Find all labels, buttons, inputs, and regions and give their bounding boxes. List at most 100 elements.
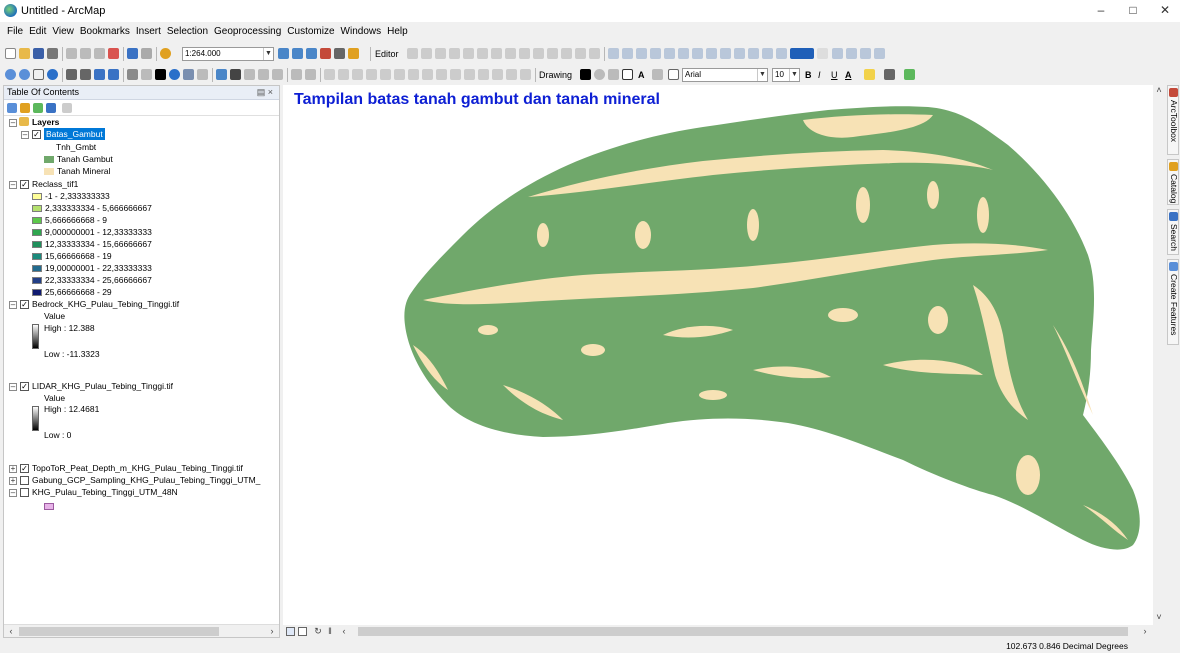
fixed-zoom-in-icon[interactable]	[66, 69, 77, 80]
forward-extent-icon[interactable]	[108, 69, 119, 80]
pin-icon[interactable]: ▤ ×	[257, 86, 273, 99]
editor-toolbar-icon[interactable]	[278, 48, 289, 59]
fix-topology-icon[interactable]	[408, 69, 419, 80]
rotate-icon[interactable]	[547, 48, 558, 59]
create-viewer-window-icon[interactable]	[291, 69, 302, 80]
swipe-icon[interactable]	[706, 48, 717, 59]
select-elements-icon[interactable]	[155, 69, 166, 80]
print-icon[interactable]	[47, 48, 58, 59]
time-slider-tool-icon[interactable]	[272, 69, 283, 80]
pan-icon[interactable]	[33, 69, 44, 80]
html-popup-tool-icon[interactable]	[197, 69, 208, 80]
snapping-edge-icon[interactable]	[366, 69, 377, 80]
layer-topotor[interactable]: TopoToR_Peat_Depth_m_KHG_Pulau_Tebing_Ti…	[32, 462, 243, 474]
find-icon[interactable]	[230, 69, 241, 80]
minimize-icon[interactable]: –	[1086, 3, 1116, 19]
scroll-left-icon[interactable]: ‹	[338, 626, 350, 637]
map-scale-combo[interactable]: 1:264.000 ▼	[182, 47, 274, 61]
select-elements-arrow-icon[interactable]	[580, 69, 591, 80]
fixed-zoom-out-icon[interactable]	[80, 69, 91, 80]
maximize-icon[interactable]: □	[1118, 3, 1148, 19]
stretch-ramp[interactable]	[32, 406, 39, 431]
list-by-drawing-order-icon[interactable]	[7, 103, 17, 113]
contrast-icon[interactable]	[776, 48, 787, 59]
list-by-selection-icon[interactable]	[46, 103, 56, 113]
identify-results-icon[interactable]	[636, 48, 647, 59]
scroll-up-icon[interactable]: ˄	[1153, 85, 1165, 96]
bold-button[interactable]: B	[805, 68, 812, 82]
legend-swatch[interactable]	[32, 229, 42, 236]
legend-swatch[interactable]	[44, 156, 54, 163]
map-horizontal-scrollbar[interactable]: ↻ ‖ ‹ ›	[283, 625, 1153, 638]
georeferencing-icon[interactable]	[608, 48, 619, 59]
refresh-icon[interactable]: ↻	[312, 626, 324, 637]
reshape-icon[interactable]	[505, 48, 516, 59]
chevron-down-icon[interactable]	[817, 48, 828, 59]
collapse-icon[interactable]: –	[9, 489, 17, 497]
trace-icon[interactable]	[463, 48, 474, 59]
print-preview-icon[interactable]	[874, 48, 885, 59]
layer-visibility-checkbox[interactable]: ✓	[20, 382, 29, 391]
font-color-button[interactable]: A	[845, 68, 852, 82]
map-display[interactable]: Tampilan batas tanah gambut dan tanah mi…	[283, 85, 1153, 625]
menu-edit[interactable]: Edit	[26, 24, 49, 40]
back-extent-icon[interactable]	[94, 69, 105, 80]
html-popup-icon[interactable]	[678, 48, 689, 59]
layer-reclass[interactable]: Reclass_tif1	[32, 178, 78, 190]
pause-drawing-icon[interactable]: ‖	[324, 626, 336, 637]
arctoolbox-icon[interactable]	[320, 48, 331, 59]
edit-vertices-icon[interactable]	[491, 48, 502, 59]
open-folder-icon[interactable]	[19, 48, 30, 59]
hyperlink-icon[interactable]	[183, 69, 194, 80]
sketch-properties-icon[interactable]	[575, 48, 586, 59]
data-view-icon[interactable]	[286, 627, 295, 636]
text-tool-button[interactable]: A	[638, 68, 645, 82]
legend-swatch[interactable]	[32, 265, 42, 272]
zoom-out-icon[interactable]	[19, 69, 30, 80]
layer-khg[interactable]: KHG_Pulau_Tebing_Tinggi_UTM_48N	[32, 486, 178, 498]
layer-lidar[interactable]: LIDAR_KHG_Pulau_Tebing_Tinggi.tif	[32, 380, 173, 392]
cut-icon[interactable]	[66, 48, 77, 59]
edit-tool-icon[interactable]	[407, 48, 418, 59]
scroll-down-icon[interactable]: ˅	[1153, 612, 1165, 623]
list-by-visibility-icon[interactable]	[33, 103, 43, 113]
toc-options-icon[interactable]	[62, 103, 72, 113]
expand-icon[interactable]: +	[9, 465, 17, 473]
legend-swatch[interactable]	[32, 277, 42, 284]
point-icon[interactable]	[477, 48, 488, 59]
close-icon[interactable]: ✕	[1150, 3, 1180, 19]
menu-geoprocessing[interactable]: Geoprocessing	[211, 24, 284, 40]
menu-selection[interactable]: Selection	[164, 24, 211, 40]
search-tab[interactable]: Search	[1167, 209, 1179, 255]
construct-features-icon[interactable]	[492, 69, 503, 80]
legend-swatch[interactable]	[32, 205, 42, 212]
font-size-combo[interactable]: 10 ▼	[772, 68, 800, 82]
layers-root-label[interactable]: Layers	[32, 116, 59, 128]
rotate-element-icon[interactable]	[594, 69, 605, 80]
collapse-icon[interactable]: –	[9, 383, 17, 391]
line-color-icon[interactable]	[884, 69, 895, 80]
flicker-icon[interactable]	[720, 48, 731, 59]
legend-swatch[interactable]	[32, 217, 42, 224]
menu-insert[interactable]: Insert	[133, 24, 164, 40]
new-document-icon[interactable]	[5, 48, 16, 59]
collapse-icon[interactable]: –	[9, 181, 17, 189]
error-inspector-icon[interactable]	[422, 69, 433, 80]
map-topology-icon[interactable]	[436, 69, 447, 80]
layer-batas-gambut[interactable]: Batas_Gambut	[44, 128, 105, 140]
legend-swatch[interactable]	[32, 193, 42, 200]
create-features-tab[interactable]: Create Features	[1167, 259, 1179, 345]
menu-view[interactable]: View	[49, 24, 77, 40]
table-of-contents-icon[interactable]	[292, 48, 303, 59]
map-canvas[interactable]	[283, 85, 1153, 625]
find-route-icon[interactable]	[650, 48, 661, 59]
identify-icon[interactable]	[169, 69, 180, 80]
save-icon[interactable]	[33, 48, 44, 59]
split-icon[interactable]	[533, 48, 544, 59]
show-shared-icon[interactable]	[464, 69, 475, 80]
scroll-thumb[interactable]	[19, 627, 219, 636]
topology-edit-icon[interactable]	[478, 69, 489, 80]
layer-properties-icon[interactable]	[622, 48, 633, 59]
menu-help[interactable]: Help	[384, 24, 411, 40]
layer-visibility-checkbox[interactable]: ✓	[20, 464, 29, 473]
